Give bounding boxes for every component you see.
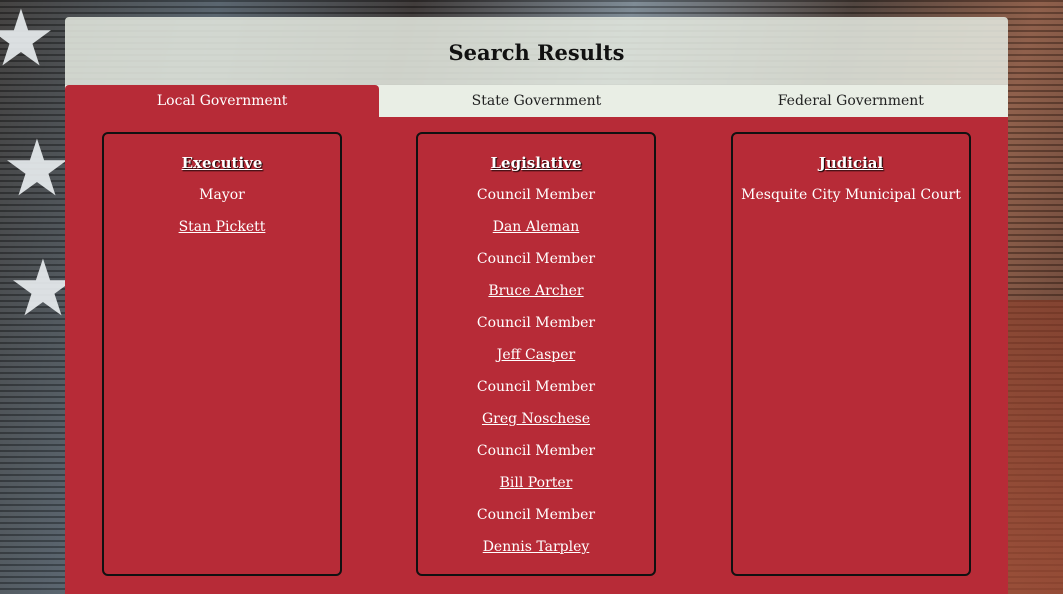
official-entry: Stan Pickett — [104, 218, 340, 250]
tab-state-government[interactable]: State Government — [379, 85, 693, 117]
legislative-branch-box: Legislative Council Member Dan Aleman Co… — [416, 132, 656, 576]
role-label: Mayor — [199, 187, 245, 203]
executive-entries: Mayor Stan Pickett — [104, 186, 340, 250]
official-link[interactable]: Jeff Casper — [497, 347, 575, 363]
official-link[interactable]: Stan Pickett — [179, 219, 266, 235]
official-entry: Bruce Archer — [418, 282, 654, 314]
tab-federal-government[interactable]: Federal Government — [694, 85, 1008, 117]
judicial-branch-box: Judicial Mesquite City Municipal Court — [731, 132, 971, 576]
local-government-panel: Executive Mayor Stan Pickett Legislative… — [65, 117, 1008, 594]
role-label: Council Member — [476, 379, 596, 395]
official-entry: Greg Noschese — [418, 410, 654, 442]
official-link[interactable]: Bruce Archer — [488, 283, 583, 299]
background-star-icon: ★ — [2, 124, 72, 214]
official-link[interactable]: Bill Porter — [500, 475, 573, 491]
official-entry: Bill Porter — [418, 474, 654, 506]
executive-branch-title[interactable]: Executive — [182, 154, 263, 172]
official-link[interactable]: Greg Noschese — [482, 411, 590, 427]
government-level-tabs: Local Government State Government Federa… — [65, 85, 1008, 117]
court-label: Mesquite City Municipal Court — [741, 187, 961, 203]
tab-local-government[interactable]: Local Government — [65, 85, 380, 117]
official-entry: Dan Aleman — [418, 218, 654, 250]
legislative-branch-title[interactable]: Legislative — [490, 154, 581, 172]
official-link[interactable]: Dennis Tarpley — [483, 539, 590, 555]
role-label: Council Member — [476, 443, 596, 459]
official-link[interactable]: Dan Aleman — [493, 219, 580, 235]
role-label: Council Member — [476, 507, 596, 523]
card-header: Search Results — [65, 17, 1008, 85]
official-entry: Dennis Tarpley — [418, 538, 654, 570]
background-star-icon: ★ — [0, 0, 56, 84]
role-label: Council Member — [476, 251, 596, 267]
background-flag-stripe — [1003, 300, 1063, 594]
role-label: Council Member — [476, 187, 596, 203]
official-entry: Jeff Casper — [418, 346, 654, 378]
executive-branch-box: Executive Mayor Stan Pickett — [102, 132, 342, 576]
judicial-branch-title[interactable]: Judicial — [819, 154, 883, 172]
search-results-card: Search Results Local Government State Go… — [65, 17, 1008, 594]
page-title: Search Results — [448, 39, 625, 65]
role-label: Council Member — [476, 315, 596, 331]
judicial-entries: Mesquite City Municipal Court — [733, 186, 969, 218]
legislative-entries: Council Member Dan Aleman Council Member… — [418, 186, 654, 570]
